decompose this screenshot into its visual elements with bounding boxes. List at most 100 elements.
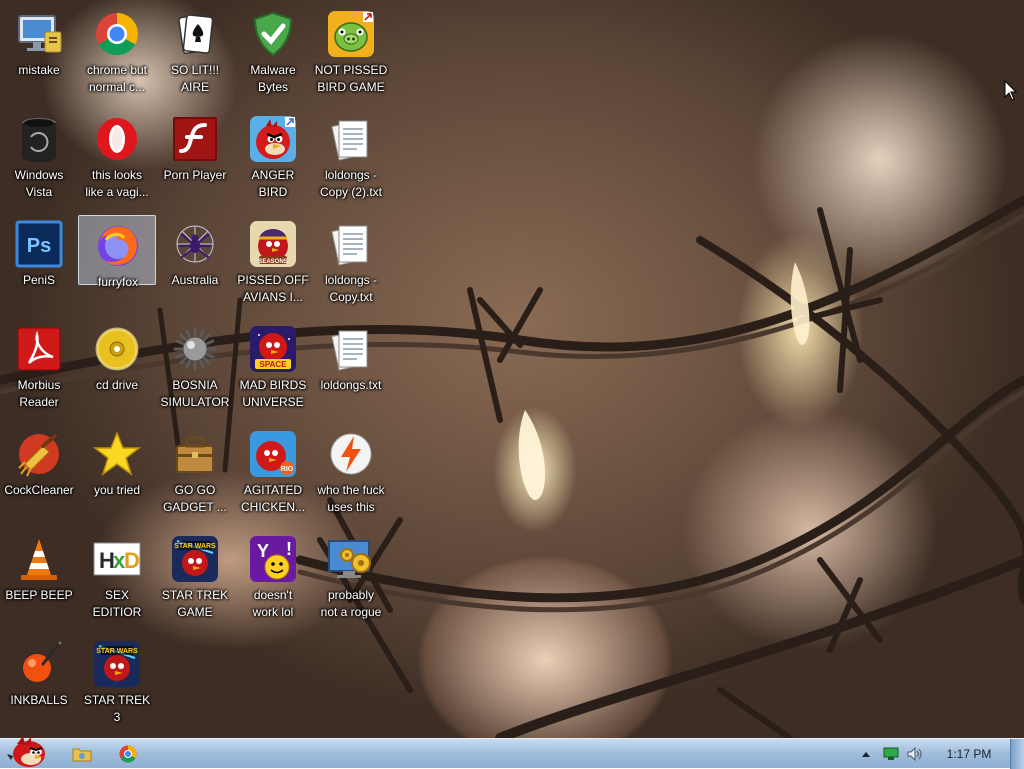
rio-bird-icon: RIO xyxy=(249,430,297,478)
volume-tray-button[interactable] xyxy=(904,739,926,769)
desktop-icon-penis[interactable]: Ps PeniS xyxy=(0,214,78,314)
star-icon xyxy=(93,430,141,478)
spiked-ball-icon xyxy=(171,325,219,373)
computer-monitor-icon xyxy=(15,10,63,58)
desktop-icon-malware-bytes[interactable]: Malware Bytes xyxy=(234,4,312,104)
desktop-icon-label: GO GO GADGET ... xyxy=(163,483,227,514)
spider-icon xyxy=(171,220,219,268)
mouse-cursor xyxy=(1004,80,1018,101)
toolbox-icon xyxy=(171,430,219,478)
desktop-icon-label: STAR TREK GAME xyxy=(161,588,229,619)
desktop-icon-windows-vista[interactable]: Windows Vista xyxy=(0,109,78,209)
desktop-icon-cd-drive[interactable]: cd drive xyxy=(78,319,156,419)
svg-text:STAR WARS: STAR WARS xyxy=(174,543,216,550)
desktop-icon-label: SEX EDITIOR xyxy=(92,588,142,619)
chrome-icon xyxy=(93,10,141,58)
yahoo-messenger-icon: Y! xyxy=(249,535,297,583)
desktop-icon-furryfox[interactable]: furryfox xyxy=(78,215,156,289)
desktop-icon-anger-bird[interactable]: ANGER BIRD xyxy=(234,109,312,209)
desktop-icon-loldongs-copy-2-txt[interactable]: loldongs - Copy (2).txt xyxy=(312,109,390,209)
svg-text:STAR WARS: STAR WARS xyxy=(96,648,138,655)
desktop-icon-label: this looks like a vagi... xyxy=(85,168,149,199)
desktop-icon-pissed-off-avians-i[interactable]: SEASONS PISSED OFF AVIANS I... xyxy=(234,214,312,314)
desktop-icon-beep-beep[interactable]: BEEP BEEP xyxy=(0,529,78,629)
desktop-icon-porn-player[interactable]: Porn Player xyxy=(156,109,234,209)
desktop-icon-star-trek-game[interactable]: STAR WARS STAR TREK GAME xyxy=(156,529,234,629)
taskbar-clock[interactable]: 1:17 PM xyxy=(932,739,1006,769)
desktop-icon-label: doesn't work lol xyxy=(252,588,294,619)
start-button[interactable] xyxy=(4,736,50,769)
svg-text:D: D xyxy=(124,548,140,573)
desktop-icon-label: Morbius Reader xyxy=(17,378,61,409)
desktop-icon-you-tried[interactable]: you tried xyxy=(78,424,156,524)
chevron-up-icon xyxy=(862,752,870,757)
desktop-icon-australia[interactable]: Australia xyxy=(156,214,234,314)
desktop-icon-inkballs[interactable]: INKBALLS xyxy=(0,634,78,734)
firefox-icon xyxy=(94,222,142,270)
shield-check-icon xyxy=(249,10,297,58)
desktop-icon-label: you tried xyxy=(93,483,141,497)
desktop-icon-label: MAD BIRDS UNIVERSE xyxy=(239,378,307,409)
desktop-icon-sex-editior[interactable]: Hx D SEX EDITIOR xyxy=(78,529,156,629)
desktop-icon-this-looks-like-a-vagi[interactable]: this looks like a vagi... xyxy=(78,109,156,209)
text-document-icon xyxy=(327,220,375,268)
desktop[interactable]: mistake chrome but normal c... SO LIT!!! A… xyxy=(0,0,1024,738)
desktop-icon-label: loldongs - Copy (2).txt xyxy=(319,168,382,199)
desktop-icon-cockcleaner[interactable]: CockCleaner xyxy=(0,424,78,524)
text-document-icon xyxy=(327,115,375,163)
star-wars-bird-icon: STAR WARS xyxy=(93,640,141,688)
desktop-icon-loldongs-txt[interactable]: loldongs.txt xyxy=(312,319,390,419)
desktop-icon-agitated-chicken[interactable]: RIO AGITATED CHICKEN... xyxy=(234,424,312,524)
photoshop-icon: Ps xyxy=(15,220,63,268)
svg-text:SEASONS: SEASONS xyxy=(258,259,287,265)
cd-disc-icon xyxy=(93,325,141,373)
lightning-icon xyxy=(327,430,375,478)
space-bird-icon: SPACE xyxy=(249,325,297,373)
speaker-icon xyxy=(907,747,922,761)
desktop-icon-who-the-fuck-uses-this[interactable]: who the fuck uses this xyxy=(312,424,390,524)
folder-icon xyxy=(72,748,92,762)
gear-monitor-icon xyxy=(327,535,375,583)
taskbar-folder-button[interactable] xyxy=(62,739,102,769)
desktop-icon-label: SO LIT!!! AIRE xyxy=(170,63,219,94)
desktop-icon-morbius-reader[interactable]: Morbius Reader xyxy=(0,319,78,419)
taskbar-chrome-button[interactable] xyxy=(108,739,148,769)
angry-bird-start-icon xyxy=(7,736,45,767)
desktop-icon-mistake[interactable]: mistake xyxy=(0,4,78,104)
desktop-icon-label: STAR TREK 3 xyxy=(83,693,151,724)
desktop-icon-probably-not-a-rogue[interactable]: probably not a rogue xyxy=(312,529,390,629)
opera-icon xyxy=(93,115,141,163)
desktop-icon-not-pissed-bird-game[interactable]: NOT PISSED BIRD GAME xyxy=(312,4,390,104)
broom-cleaner-icon xyxy=(15,430,63,478)
desktop-icon-label: BEEP BEEP xyxy=(5,588,73,602)
desktop-icon-mad-birds-universe[interactable]: SPACE MAD BIRDS UNIVERSE xyxy=(234,319,312,419)
desktop-icon-label: BOSNIA SIMULATOR xyxy=(160,378,230,409)
desktop-icon-star-trek-3[interactable]: STAR WARS STAR TREK 3 xyxy=(78,634,156,734)
desktop-icon-label: AGITATED CHICKEN... xyxy=(240,483,305,514)
desktop-icon-label: loldongs - Copy.txt xyxy=(324,273,378,304)
desktop-icon-doesn-t-work-lol[interactable]: Y! doesn't work lol xyxy=(234,529,312,629)
network-tray-button[interactable] xyxy=(880,739,902,769)
svg-text:!: ! xyxy=(286,539,292,559)
green-pig-icon xyxy=(327,10,375,58)
desktop-icon-label: Windows Vista xyxy=(14,168,64,199)
desktop-icon-chrome-but-normal-c[interactable]: chrome but normal c... xyxy=(78,4,156,104)
traffic-cone-icon xyxy=(15,535,63,583)
desktop-icon-label: INKBALLS xyxy=(10,693,68,707)
desktop-icon-loldongs-copy-txt[interactable]: loldongs - Copy.txt xyxy=(312,214,390,314)
desktop-icon-label: chrome but normal c... xyxy=(86,63,148,94)
text-document-icon xyxy=(327,325,375,373)
desktop-icon-so-lit-aire[interactable]: SO LIT!!! AIRE xyxy=(156,4,234,104)
desktop-icon-label: mistake xyxy=(18,63,60,77)
desktop-icon-label: Malware Bytes xyxy=(250,63,296,94)
svg-text:Ps: Ps xyxy=(27,235,51,257)
desktop-icon-bosnia-simulator[interactable]: BOSNIA SIMULATOR xyxy=(156,319,234,419)
show-hidden-icons-button[interactable] xyxy=(858,739,874,769)
taskbar: 1:17 PM xyxy=(0,736,1024,769)
chrome-icon xyxy=(119,745,137,763)
desktop-icon-go-go-gadget[interactable]: GO GO GADGET ... xyxy=(156,424,234,524)
desktop-icon-label: PISSED OFF AVIANS I... xyxy=(237,273,309,304)
seasons-bird-icon: SEASONS xyxy=(249,220,297,268)
show-desktop-button[interactable] xyxy=(1010,739,1024,769)
svg-text:RIO: RIO xyxy=(281,466,294,473)
